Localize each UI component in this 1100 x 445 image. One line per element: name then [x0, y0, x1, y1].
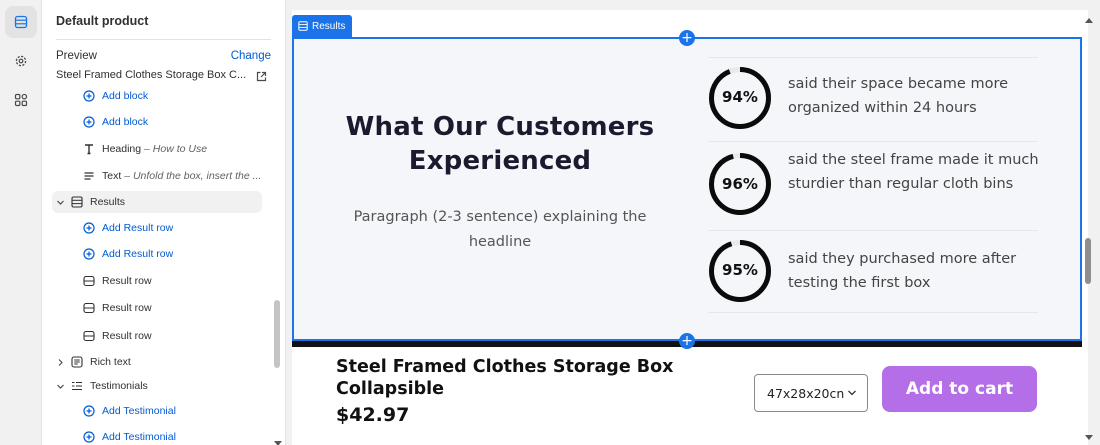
preview-product-name[interactable]: Steel Framed Clothes Storage Box C...: [56, 69, 246, 81]
external-link-icon[interactable]: [256, 69, 267, 87]
icon-rail: [0, 0, 42, 445]
divider: [708, 230, 1038, 231]
tree-item-label: Text: [102, 170, 122, 182]
tree-item-label: Heading: [102, 143, 142, 155]
plus-circle-icon: [82, 430, 96, 444]
chevron-down-icon[interactable]: [55, 197, 65, 207]
tree-item-results[interactable]: Results: [52, 191, 262, 213]
tree-item-label: Result row: [102, 330, 152, 342]
tree-item-label: Add block: [102, 90, 149, 102]
plus-circle-icon: [82, 221, 96, 235]
chevron-down-icon: [848, 390, 856, 396]
stat-text: said they purchased more after testing t…: [788, 251, 1017, 291]
tree-item-label: Result row: [102, 302, 152, 314]
change-link[interactable]: Change: [231, 50, 271, 62]
add-section-top-icon[interactable]: +: [679, 30, 695, 46]
tree-item-label: Result row: [102, 275, 152, 287]
divider: [56, 39, 271, 40]
chevron-right-icon[interactable]: [55, 357, 65, 367]
sticky-product-title: Steel Framed Clothes Storage Box Collaps…: [336, 357, 674, 399]
tree-item-sub: – How to Use: [144, 143, 208, 155]
block-icon: [82, 301, 96, 315]
variant-select[interactable]: 47x28x20cn: [754, 374, 868, 412]
section-tag-label: Results: [312, 20, 346, 32]
scroll-down-arrow-icon[interactable]: [1085, 428, 1093, 445]
add-testimonial-button[interactable]: Add Testimonial: [82, 426, 176, 445]
stat-value: 94%: [722, 88, 758, 106]
sidebar-title: Default product: [56, 14, 149, 28]
sidebar-scrollbar-thumb[interactable]: [274, 300, 280, 368]
plus-circle-icon: [82, 404, 96, 418]
plus-circle-icon: [82, 115, 96, 129]
tree-item-testimonials[interactable]: Testimonials: [70, 375, 148, 397]
add-testimonial-button[interactable]: Add Testimonial: [82, 400, 176, 422]
results-paragraph: Paragraph (2-3 sentence) explaining the …: [353, 209, 647, 250]
result-row[interactable]: 95% said they purchased more after testi…: [708, 230, 1038, 313]
tree-item-label: Rich text: [90, 356, 131, 368]
tree-item-label: Add Result row: [102, 248, 174, 260]
tree-item-label: Add Result row: [102, 222, 174, 234]
tree-item-sub: – Unfold the box, insert the ...: [124, 170, 262, 182]
tree-item-label: Add block: [102, 116, 149, 128]
variant-select-value: 47x28x20cn: [767, 385, 845, 401]
add-block-button[interactable]: Add block: [82, 111, 148, 133]
tree-item-result-row[interactable]: Result row: [82, 270, 152, 292]
tree-item-result-row[interactable]: Result row: [82, 297, 152, 319]
stat-text: said their space became more organized w…: [788, 76, 1009, 116]
tree-item-rich-text[interactable]: Rich text: [70, 351, 131, 373]
tree-item-label: Add Testimonial: [102, 405, 176, 417]
tree-item-result-row[interactable]: Result row: [82, 325, 152, 347]
text-lines-icon: [82, 169, 96, 183]
scroll-up-arrow-icon[interactable]: [1085, 10, 1093, 28]
tree-item-label: Results: [90, 196, 126, 208]
divider: [708, 57, 1038, 58]
divider: [708, 141, 1038, 142]
stat-value: 96%: [722, 175, 758, 193]
stat-value: 95%: [722, 261, 758, 279]
text-heading-icon: [82, 142, 96, 156]
apps-icon[interactable]: [5, 84, 37, 116]
add-result-row-button[interactable]: Add Result row: [82, 217, 173, 239]
sections-icon[interactable]: [5, 6, 37, 38]
add-result-row-button[interactable]: Add Result row: [82, 243, 173, 265]
plus-circle-icon: [82, 247, 96, 261]
rich-text-icon: [70, 355, 84, 369]
sticky-product-price: $42.97: [336, 404, 410, 426]
plus-circle-icon: [82, 89, 96, 103]
sections-sidebar: Default product Preview Change Steel Fra…: [42, 0, 286, 445]
add-to-cart-button[interactable]: Add to cart: [882, 366, 1037, 412]
block-icon: [82, 329, 96, 343]
testimonials-icon: [70, 379, 84, 393]
scroll-down-arrow-icon[interactable]: [274, 434, 282, 445]
tree-item-heading[interactable]: Heading – How to Use: [82, 138, 207, 160]
preview-scrollbar-thumb[interactable]: [1085, 238, 1091, 284]
section-tag[interactable]: Results: [292, 15, 353, 37]
result-row[interactable]: 94% said their space became more organiz…: [708, 57, 1038, 141]
add-block-button[interactable]: Add block: [82, 85, 148, 107]
gear-icon[interactable]: [5, 45, 37, 77]
add-section-bottom-icon[interactable]: +: [679, 333, 695, 349]
tree-item-label: Add Testimonial: [102, 431, 176, 443]
stat-text: said the steel frame made it much sturdi…: [788, 152, 1039, 192]
tree-item-text[interactable]: Text – Unfold the box, insert the ...: [82, 165, 261, 187]
chevron-down-icon[interactable]: [55, 381, 65, 391]
theme-editor: Default product Preview Change Steel Fra…: [0, 0, 1100, 445]
tree-item-label: Testimonials: [90, 380, 148, 392]
section-icon: [70, 195, 84, 209]
result-row[interactable]: 96% said the steel frame made it much st…: [708, 141, 1039, 230]
results-heading: What Our Customers Experienced: [345, 112, 655, 176]
preview-label: Preview: [56, 50, 97, 62]
section-icon: [298, 21, 308, 31]
block-icon: [82, 274, 96, 288]
divider: [708, 312, 1038, 313]
